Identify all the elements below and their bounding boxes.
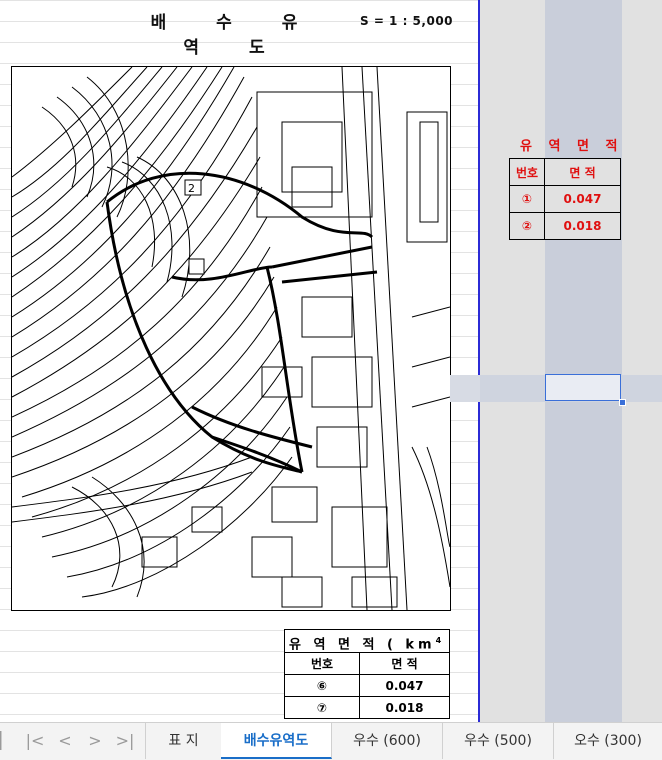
- tab-rain-500[interactable]: 우수 (500): [443, 723, 554, 759]
- fill-handle[interactable]: [619, 399, 626, 406]
- tab-sewage-300[interactable]: 오수 (300): [554, 723, 662, 759]
- tab-cover[interactable]: 표 지: [145, 723, 222, 759]
- side-row-area: 0.047: [544, 185, 621, 213]
- bottom-row-area: 0.047: [359, 674, 450, 697]
- bottom-row-area: 0.018: [359, 696, 450, 719]
- last-sheet-button[interactable]: >|: [114, 731, 136, 750]
- scale-label: S = 1 : 5,000: [360, 14, 454, 28]
- side-area-table: 번호 면 적 ① 0.047 ② 0.018: [509, 158, 621, 240]
- selected-row-highlight-left: [450, 375, 480, 402]
- prev-sheet-button[interactable]: <: [54, 731, 76, 750]
- tab-drainage-basin[interactable]: 배수유역도: [221, 723, 332, 759]
- first-sheet-button[interactable]: |<: [24, 731, 46, 750]
- sheet-tab-bar: ▏ |< < > >| 표 지 배수유역도 우수 (600) 우수 (500) …: [0, 722, 662, 760]
- side-header-area: 면 적: [544, 158, 621, 186]
- drawing-title: 배 수 유 역 도: [150, 13, 320, 58]
- bottom-area-table: 번호 면 적 ⑥ 0.047 ⑦ 0.018: [284, 652, 450, 719]
- bottom-row-no: ⑥: [284, 674, 360, 697]
- basin-label: 2: [188, 182, 195, 195]
- side-row-no: ②: [509, 212, 545, 240]
- tab-scroll-handle[interactable]: ▏: [0, 731, 8, 750]
- bottom-table-title: 유 역 면 적 ( km4 ): [284, 629, 450, 674]
- bottom-header-no: 번호: [284, 652, 360, 675]
- bottom-header-area: 면 적: [359, 652, 450, 675]
- next-sheet-button[interactable]: >: [84, 731, 106, 750]
- side-header-no: 번호: [509, 158, 545, 186]
- side-table-title: 유 역 면 적: [520, 139, 624, 154]
- active-cell[interactable]: [545, 374, 621, 401]
- contour-map[interactable]: 2: [11, 66, 451, 611]
- spreadsheet-area[interactable]: 배 수 유 역 도 S = 1 : 5,000 2 유 역 면 적 (km4 …: [0, 0, 662, 722]
- tab-rain-600[interactable]: 우수 (600): [332, 723, 443, 759]
- selected-column-highlight: [545, 0, 622, 722]
- side-row-no: ①: [509, 185, 545, 213]
- map-drawing: 2: [12, 67, 450, 610]
- print-page: 배 수 유 역 도 S = 1 : 5,000 2 유 역 면 적 (km4 …: [0, 0, 479, 722]
- bottom-row-no: ⑦: [284, 696, 360, 719]
- side-row-area: 0.018: [544, 212, 621, 240]
